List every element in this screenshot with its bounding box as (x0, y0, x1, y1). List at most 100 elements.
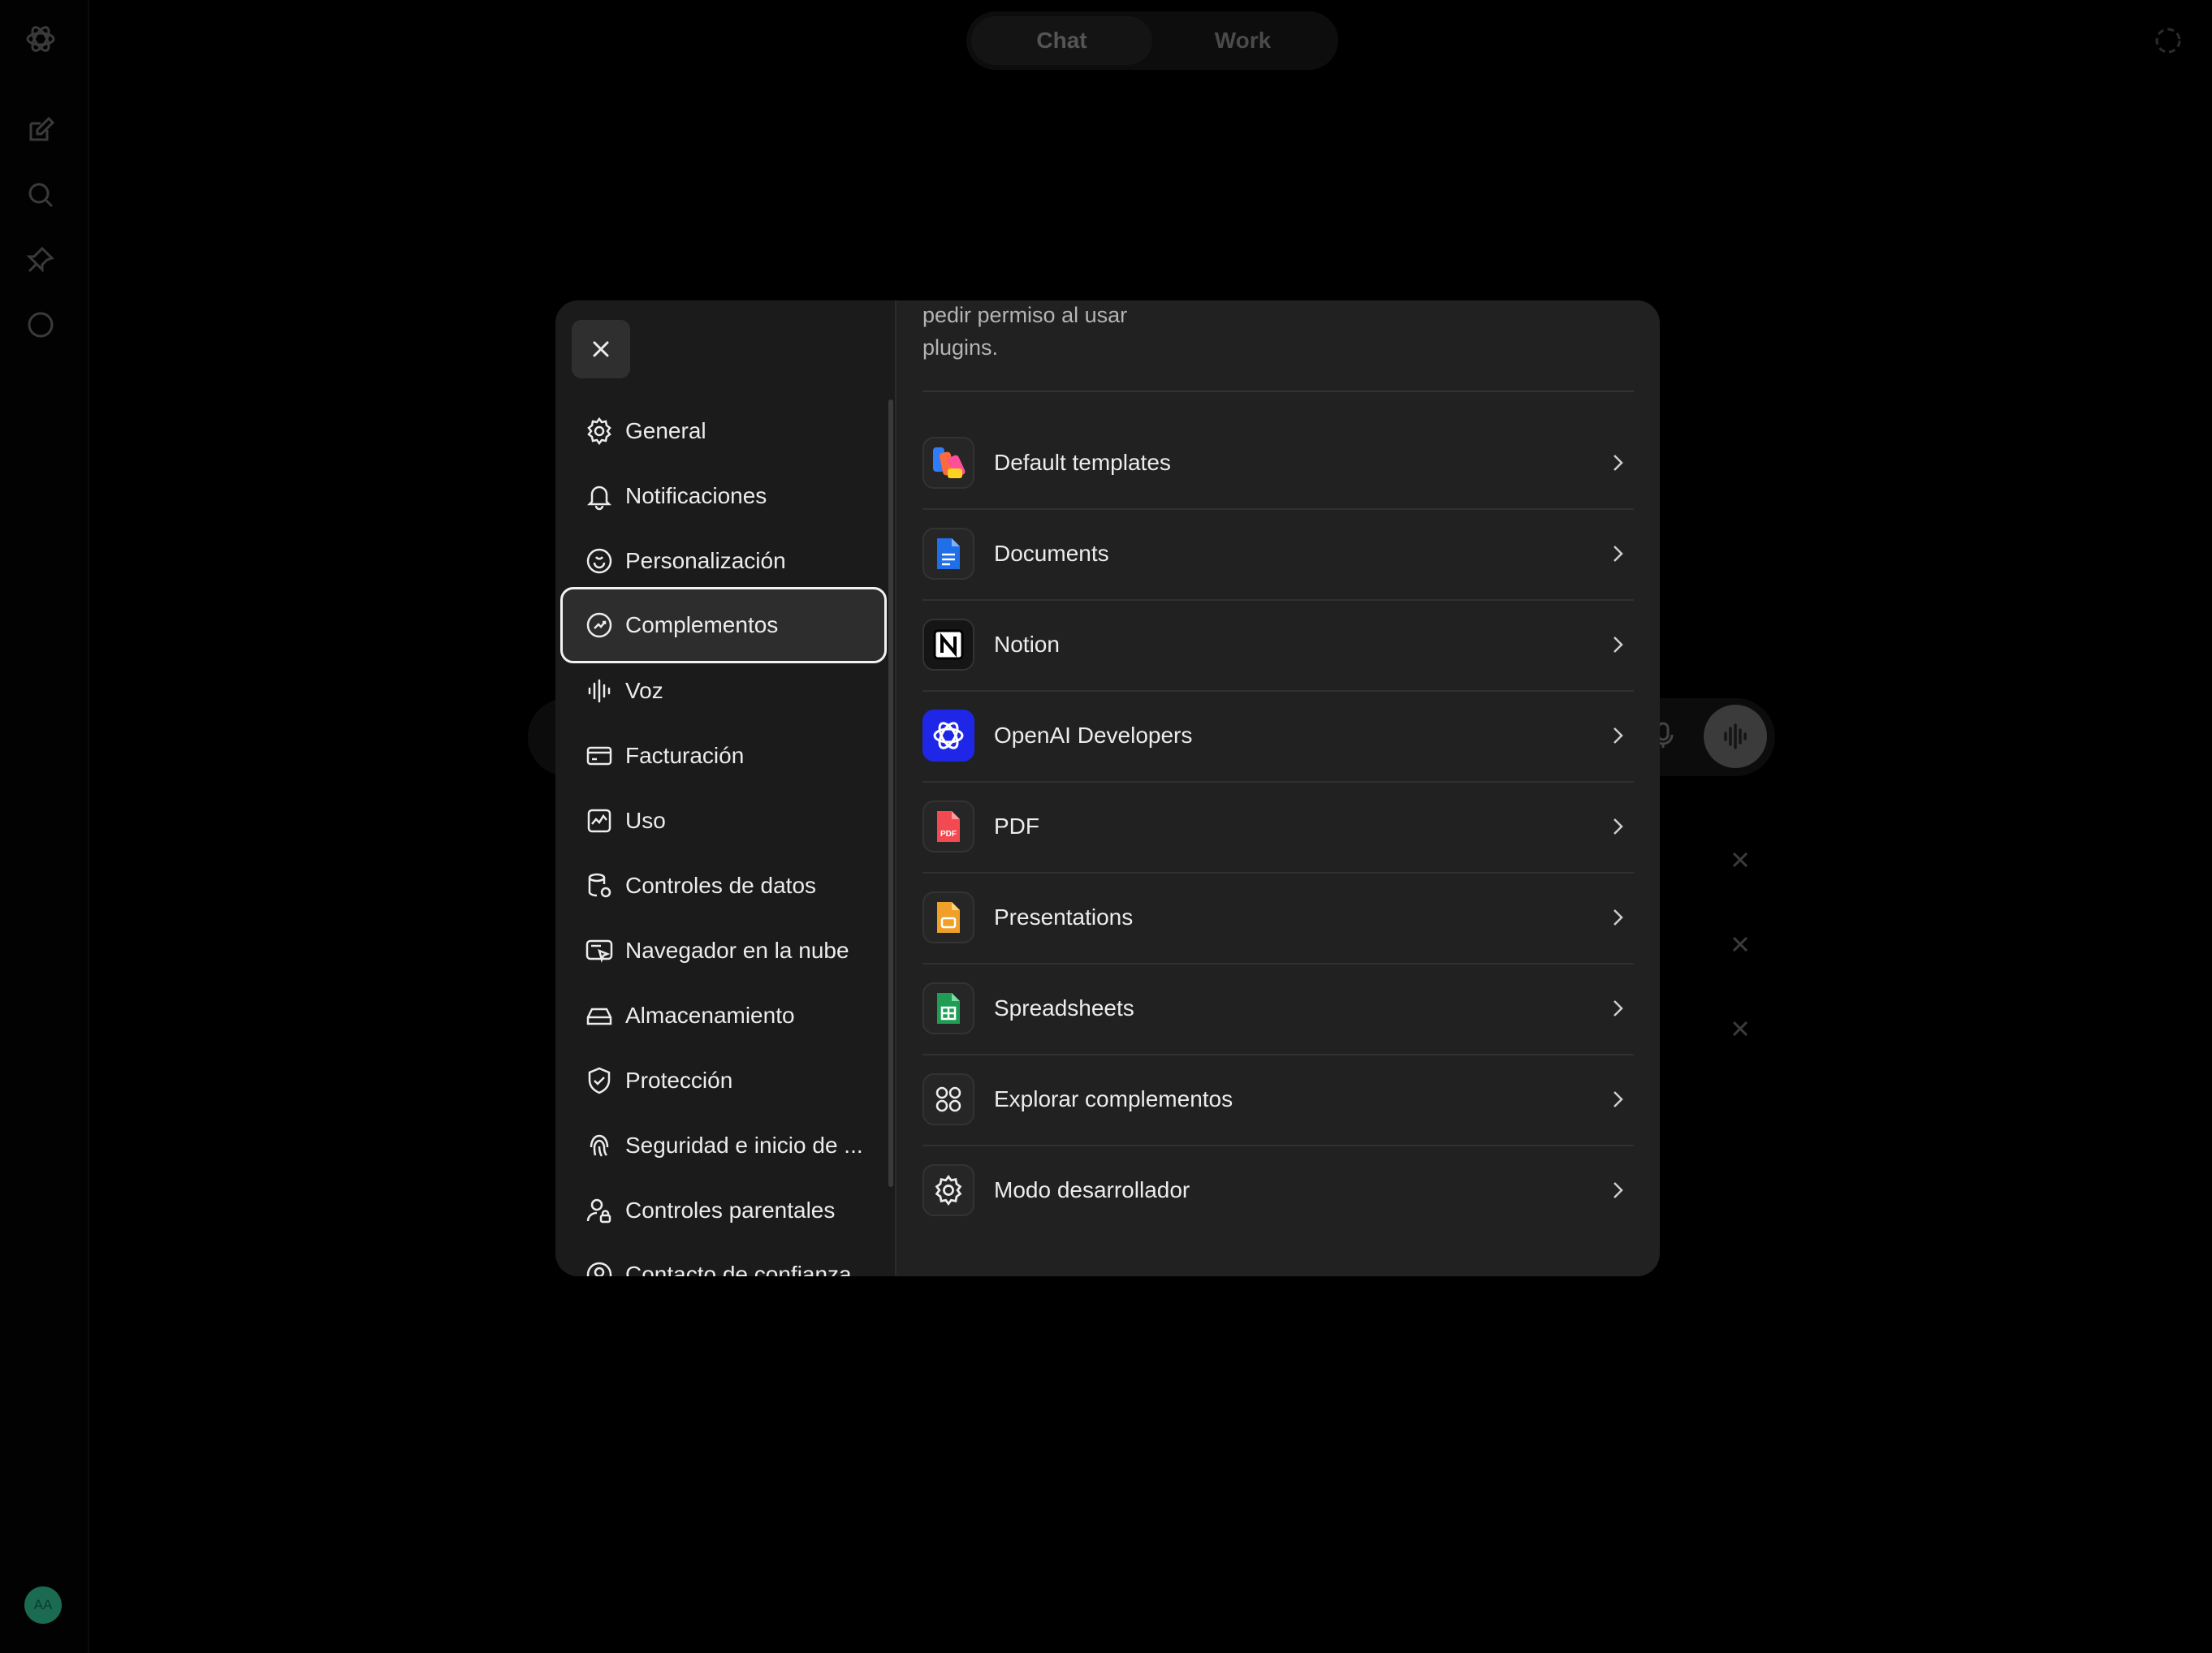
usage-chart-icon (587, 809, 611, 833)
chevron-right-icon (1614, 637, 1623, 653)
chevron-right-icon (1614, 909, 1623, 926)
sidebar-item-complementos[interactable]: Complementos (560, 587, 887, 663)
voice-wave-icon (1724, 723, 1747, 749)
chevron-right-icon (1614, 546, 1623, 562)
pdf-badge: PDF (940, 830, 957, 839)
chevron-right-icon (1614, 1091, 1623, 1107)
close-icon (593, 341, 609, 357)
avatar[interactable]: AA (24, 1586, 62, 1624)
plugin-row-notion[interactable]: Notion (922, 599, 1634, 692)
plugin-name: Modo desarrollador (994, 1177, 1190, 1202)
credit-card-icon (586, 746, 612, 766)
sidebar-item-notificaciones[interactable]: Notificaciones (560, 464, 887, 529)
sidebar-item-label: Complementos (625, 612, 779, 637)
database-gear-icon (588, 873, 611, 898)
sidebar-item-uso[interactable]: Uso (560, 788, 887, 853)
trusted-contact-icon (586, 1262, 612, 1276)
plugins-panel: pedir permiso al usar plugins. Default t… (896, 300, 1660, 1276)
sidebar-item-facturacion[interactable]: Facturación (560, 723, 887, 788)
mode-chat-button[interactable]: Chat (971, 16, 1152, 65)
plugin-row-modo-desarrollador[interactable]: Modo desarrollador (922, 1145, 1634, 1236)
sidebar-item-label: Protección (625, 1068, 733, 1093)
cloud-browser-icon (585, 939, 613, 963)
plugin-row-explorar-complementos[interactable]: Explorar complementos (922, 1054, 1634, 1146)
sidebar-item-label: Controles parentales (625, 1198, 836, 1223)
sidebar-item-label: Controles de datos (625, 873, 817, 898)
grid-apps-icon (922, 1073, 974, 1125)
dismiss-icon (1732, 1021, 1748, 1037)
storage-drive-icon (586, 1008, 612, 1025)
sidebar-item-label: Contacto de confianza (625, 1262, 852, 1276)
chat-bubble-icon[interactable] (24, 309, 57, 341)
chevron-right-icon (1614, 1182, 1623, 1198)
fingerprint-icon (590, 1134, 609, 1157)
left-rail: AA (0, 0, 89, 1653)
personalization-icon (586, 548, 612, 574)
sidebar-item-label: Almacenamiento (625, 1003, 795, 1028)
spreadsheets-icon (922, 982, 974, 1034)
notion-icon (922, 619, 974, 671)
plugin-name: Presentations (994, 904, 1134, 930)
sidebar-item-voz[interactable]: Voz (560, 658, 887, 723)
sidebar-item-label: Uso (625, 808, 666, 833)
openai-developers-icon (922, 710, 974, 762)
plugin-name: Spreadsheets (994, 995, 1134, 1021)
chevron-right-icon (1614, 727, 1623, 744)
settings-modal: General Notificaciones Personalización C… (555, 300, 1660, 1276)
plugin-row-pdf[interactable]: PDF PDF (922, 781, 1634, 874)
new-chat-icon[interactable] (24, 114, 57, 146)
pdf-icon: PDF (922, 801, 974, 852)
mode-toggle: Chat Work (966, 11, 1338, 70)
plugin-name: Documents (994, 541, 1109, 566)
sidebar-item-controles-de-datos[interactable]: Controles de datos (560, 853, 887, 918)
voice-mode-button (1704, 705, 1767, 768)
documents-icon (922, 528, 974, 580)
sidebar-scrollbar[interactable] (888, 399, 893, 1187)
presentations-icon (922, 891, 974, 943)
sidebar-item-label: Voz (625, 678, 663, 703)
divider (922, 391, 1634, 392)
sidebar-item-almacenamiento[interactable]: Almacenamiento (560, 983, 887, 1048)
plugin-row-default-templates[interactable]: Default templates (922, 417, 1634, 510)
sidebar-item-seguridad[interactable]: Seguridad e inicio de ... (560, 1113, 887, 1178)
bell-icon (586, 486, 612, 511)
parent-user-icon (586, 1198, 611, 1224)
sidebar-item-label: Facturación (625, 743, 745, 768)
plugin-row-documents[interactable]: Documents (922, 508, 1634, 601)
chevron-right-icon (1614, 1000, 1623, 1016)
close-button[interactable] (572, 320, 630, 378)
shield-check-icon (588, 1067, 611, 1094)
sidebar-item-proteccion[interactable]: Protección (560, 1048, 887, 1113)
sidebar-item-label: Personalización (625, 548, 786, 573)
search-icon[interactable] (24, 179, 57, 211)
sidebar-item-label: Seguridad e inicio de ... (625, 1133, 863, 1158)
sidebar-item-label: Notificaciones (625, 483, 767, 508)
plugin-name: Explorar complementos (994, 1086, 1233, 1111)
chevron-right-icon (1614, 455, 1623, 471)
openai-logo-icon[interactable] (24, 23, 57, 55)
sidebar-item-label: Navegador en la nube (625, 938, 849, 963)
plugin-name: Default templates (994, 450, 1171, 475)
settings-sidebar: General Notificaciones Personalización C… (555, 300, 896, 1276)
plugins-icon (586, 612, 612, 638)
gear-icon (922, 1164, 974, 1216)
plugin-name: Notion (994, 632, 1060, 657)
sidebar-item-personalizacion[interactable]: Personalización (560, 529, 887, 593)
plugin-name: PDF (994, 814, 1039, 839)
plugins-description: pedir permiso al usar plugins. (922, 303, 1128, 360)
dismiss-icon (1732, 936, 1748, 952)
sidebar-item-contacto-de-confianza[interactable]: Contacto de confianza (560, 1242, 887, 1276)
mode-work-button[interactable]: Work (1152, 16, 1333, 65)
chevron-right-icon (1614, 818, 1623, 835)
plugin-row-presentations[interactable]: Presentations (922, 872, 1634, 965)
voice-wave-icon (588, 679, 611, 703)
templates-icon (922, 437, 974, 489)
plugin-name: OpenAI Developers (994, 723, 1193, 748)
sidebar-item-general[interactable]: General (560, 399, 887, 464)
pin-icon[interactable] (24, 244, 57, 276)
plugin-row-spreadsheets[interactable]: Spreadsheets (922, 963, 1634, 1055)
expand-icon[interactable] (2152, 24, 2184, 57)
plugin-row-openai-developers[interactable]: OpenAI Developers (922, 690, 1634, 783)
sidebar-item-navegador-en-la-nube[interactable]: Navegador en la nube (560, 918, 887, 983)
sidebar-item-controles-parentales[interactable]: Controles parentales (560, 1178, 887, 1243)
